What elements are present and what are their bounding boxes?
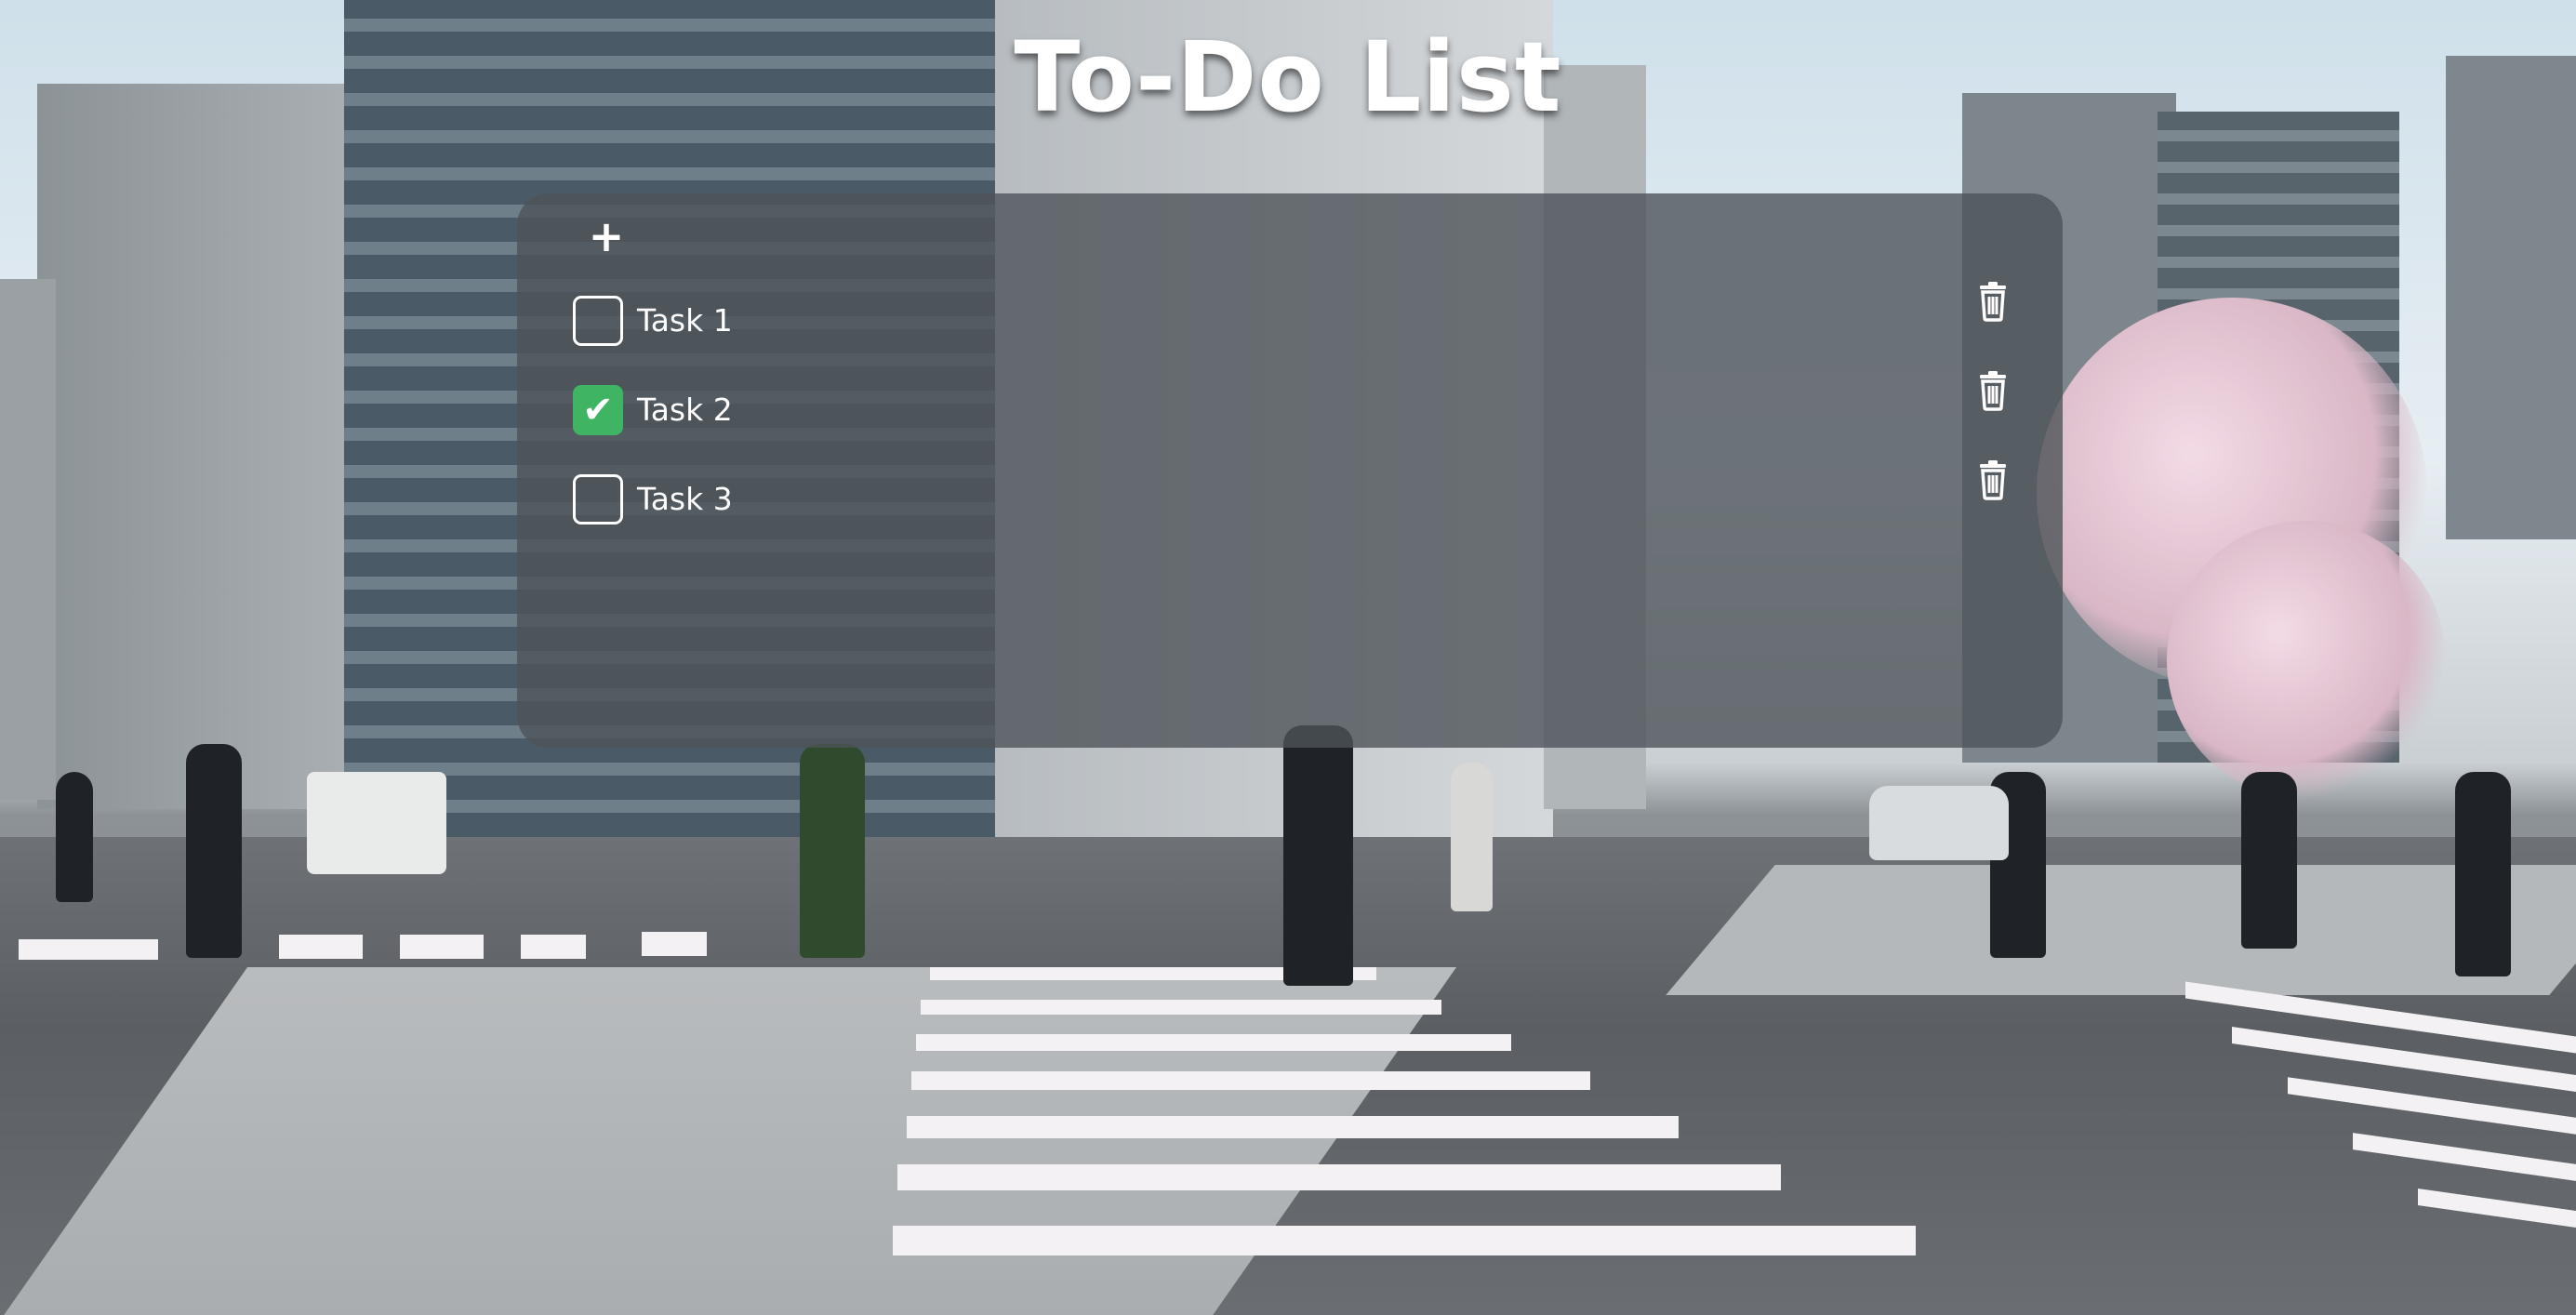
delete-task-button[interactable] (1975, 370, 2011, 411)
trash-icon (1980, 371, 2006, 411)
task-item: Task 3 (573, 460, 2024, 534)
trash-icon (1980, 460, 2006, 500)
task-label: Task 2 (637, 392, 733, 428)
add-task-button[interactable]: + (582, 212, 631, 260)
plus-icon: + (588, 211, 625, 261)
delete-task-button[interactable] (1975, 281, 2011, 322)
trash-icon (1980, 282, 2006, 322)
task-item: Task 1 (573, 282, 2024, 355)
checkmark-icon: ✔ (582, 389, 614, 432)
task-label: Task 3 (637, 481, 733, 517)
task-checkbox[interactable]: ✔ (573, 385, 623, 435)
delete-task-button[interactable] (1975, 459, 2011, 500)
task-item: ✔ Task 2 (573, 371, 2024, 445)
task-checkbox[interactable] (573, 474, 623, 525)
todo-panel: + Task 1 ✔ Task 2 Task 3 (517, 193, 2063, 748)
page-title: To-Do List (1014, 20, 1562, 134)
task-checkbox[interactable] (573, 296, 623, 346)
task-label: Task 1 (637, 302, 733, 339)
